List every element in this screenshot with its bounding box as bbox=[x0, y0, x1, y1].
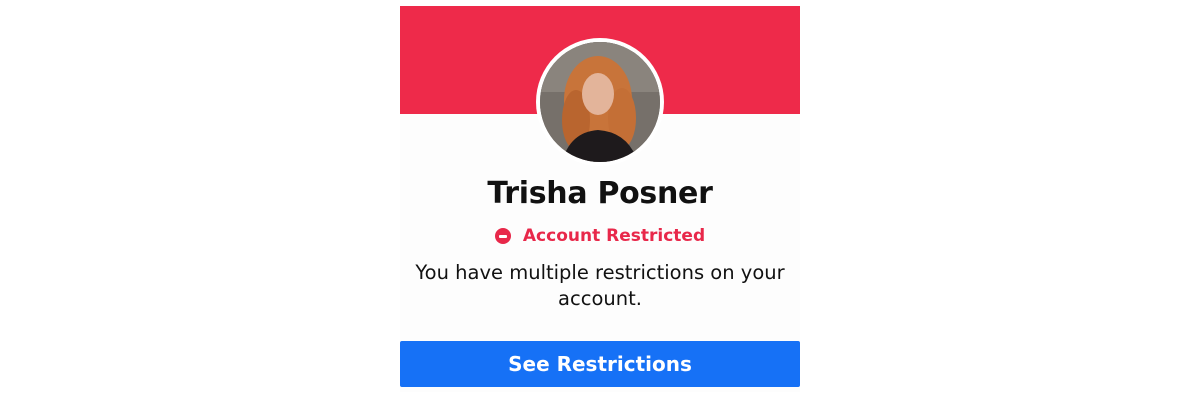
avatar[interactable] bbox=[536, 38, 664, 166]
restriction-card: Trisha Posner Account Restricted You hav… bbox=[400, 6, 800, 392]
account-status-label: Account Restricted bbox=[522, 226, 706, 246]
no-entry-icon bbox=[494, 228, 511, 244]
profile-name: Trisha Posner bbox=[487, 176, 713, 211]
see-restrictions-button[interactable]: See Restrictions bbox=[400, 341, 800, 387]
status-row: Account Restricted bbox=[400, 226, 800, 246]
restriction-message: You have multiple restrictions on your a… bbox=[415, 261, 785, 310]
avatar-photo bbox=[540, 42, 660, 162]
